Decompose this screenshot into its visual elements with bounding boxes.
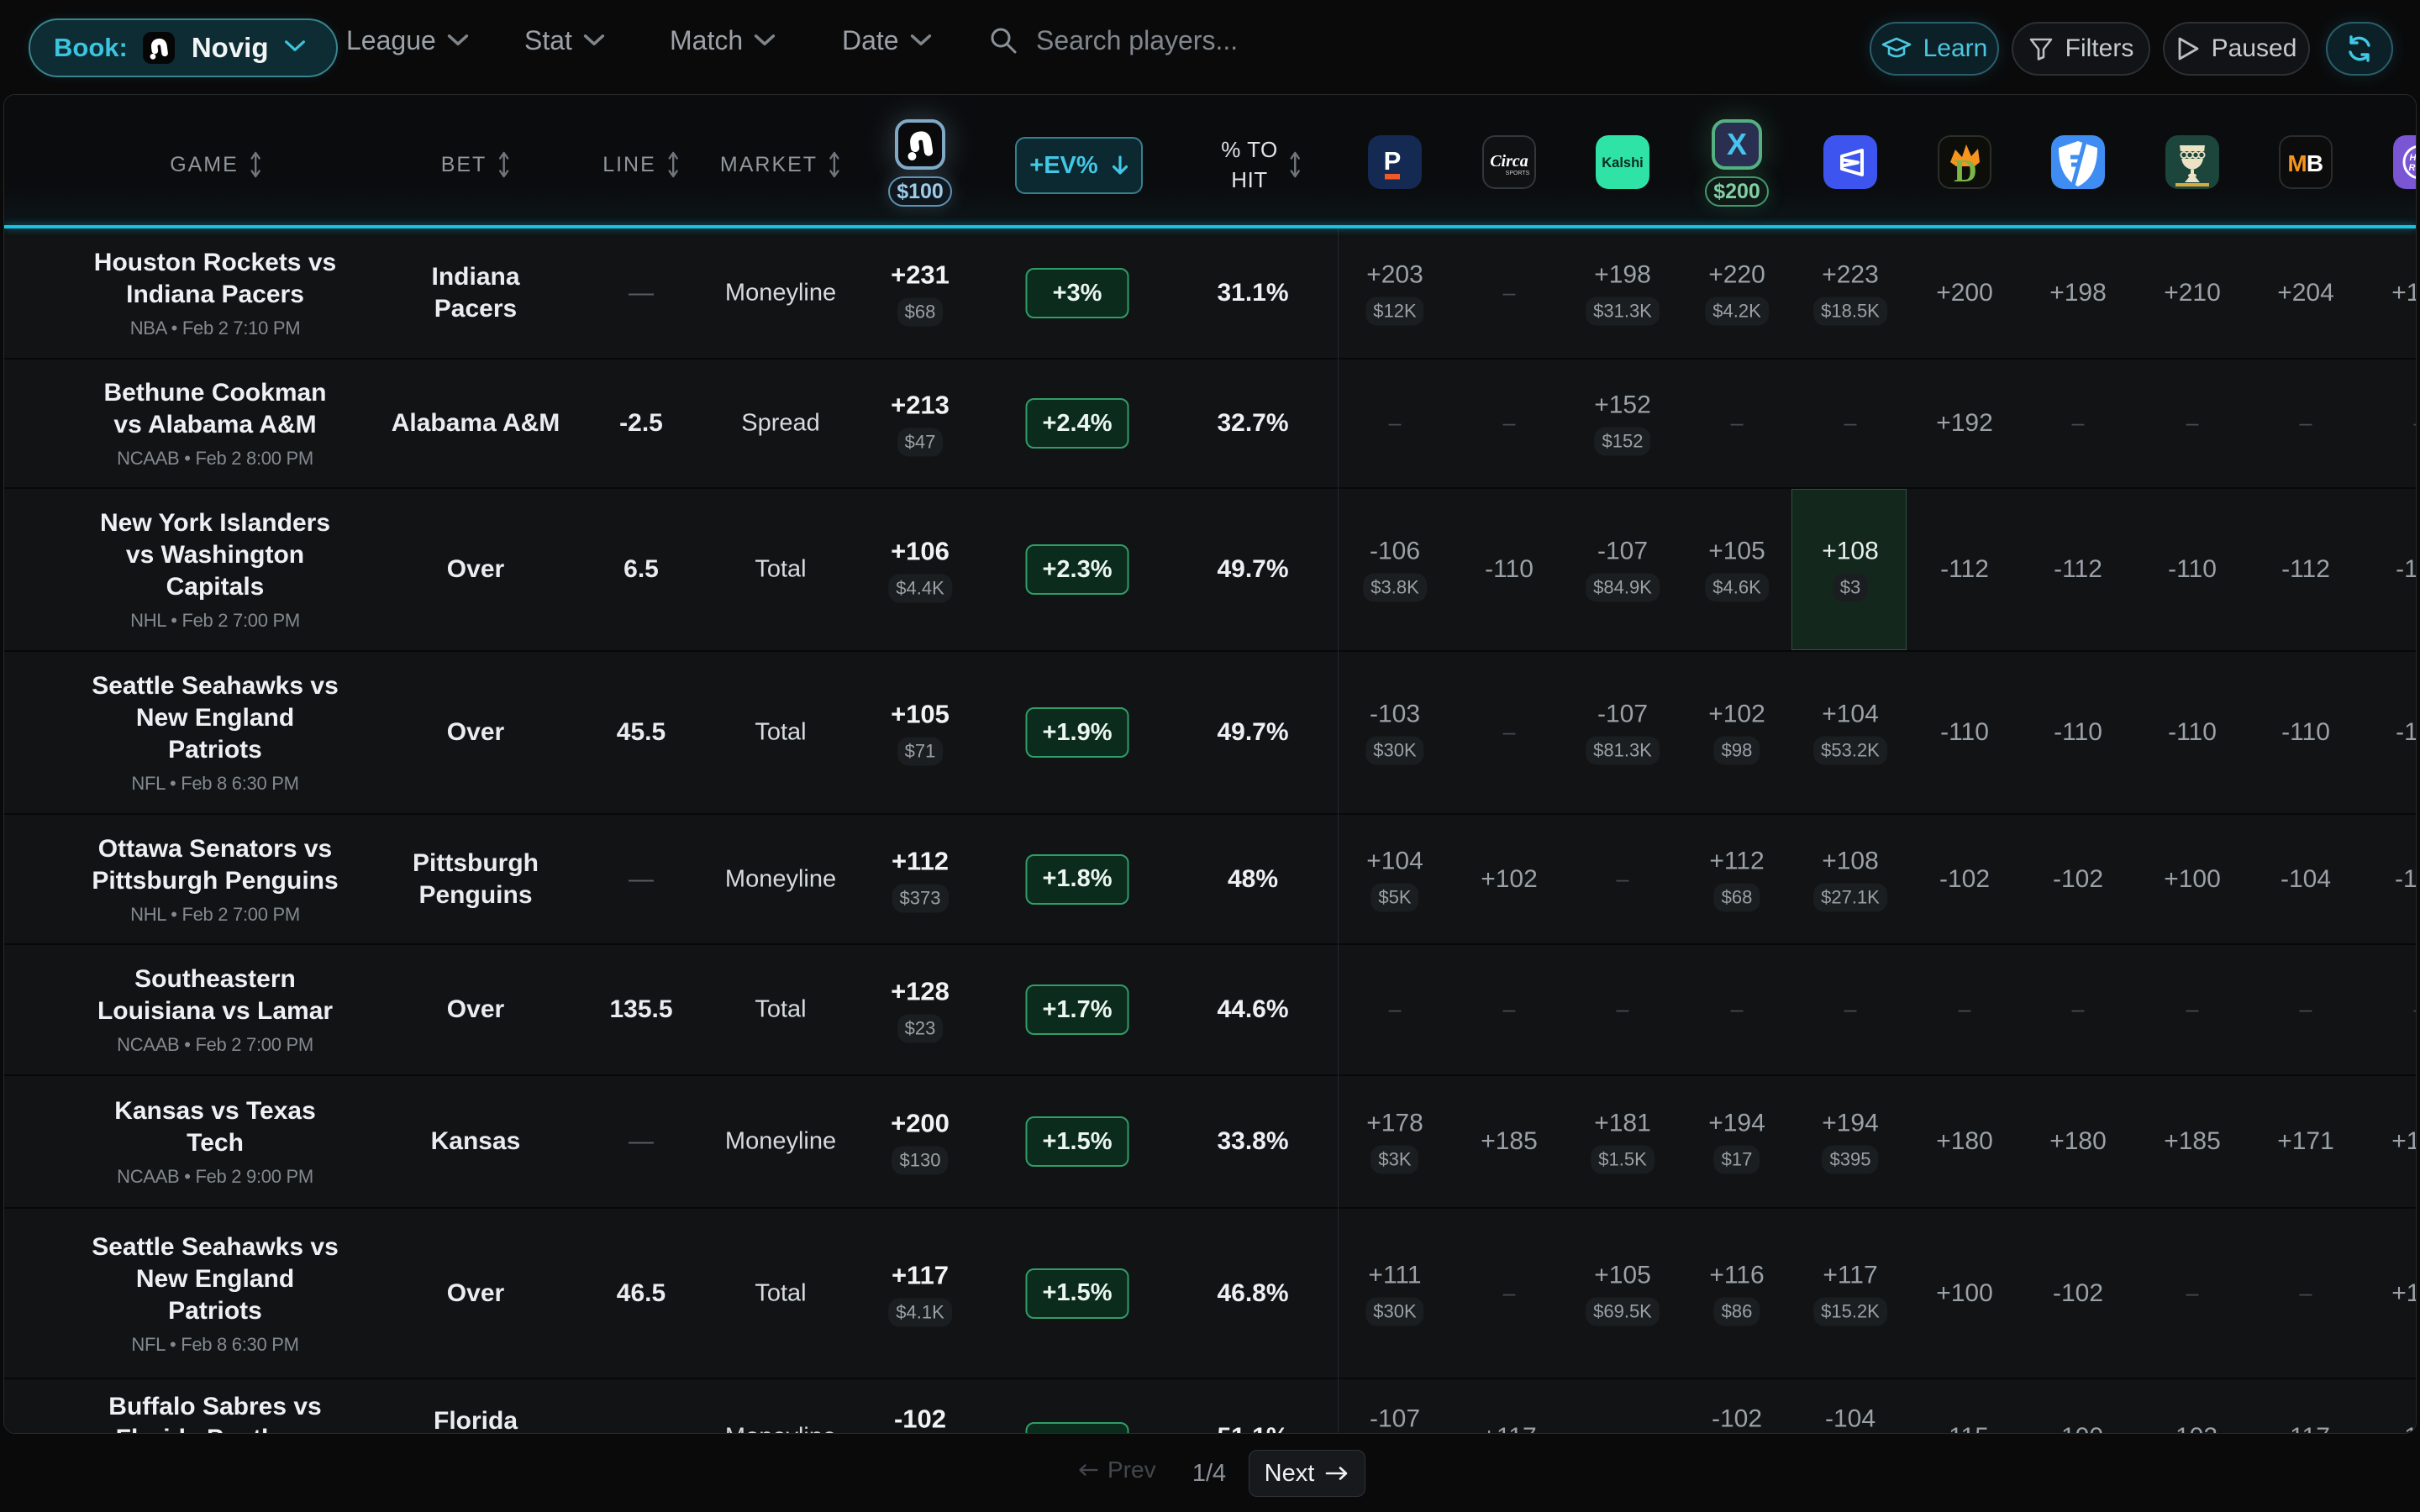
svg-text:Circa: Circa — [1490, 152, 1528, 171]
svg-text:P: P — [1384, 146, 1402, 176]
svg-text:Kalshi: Kalshi — [1602, 155, 1644, 171]
svg-text:Hard: Hard — [2409, 153, 2417, 163]
svg-text:Rock: Rock — [2409, 163, 2417, 173]
svg-text:D: D — [1954, 154, 1976, 189]
svg-text:SPORTS: SPORTS — [1506, 171, 1530, 176]
svg-text:M: M — [2287, 150, 2307, 176]
svg-text:B: B — [2307, 150, 2323, 176]
